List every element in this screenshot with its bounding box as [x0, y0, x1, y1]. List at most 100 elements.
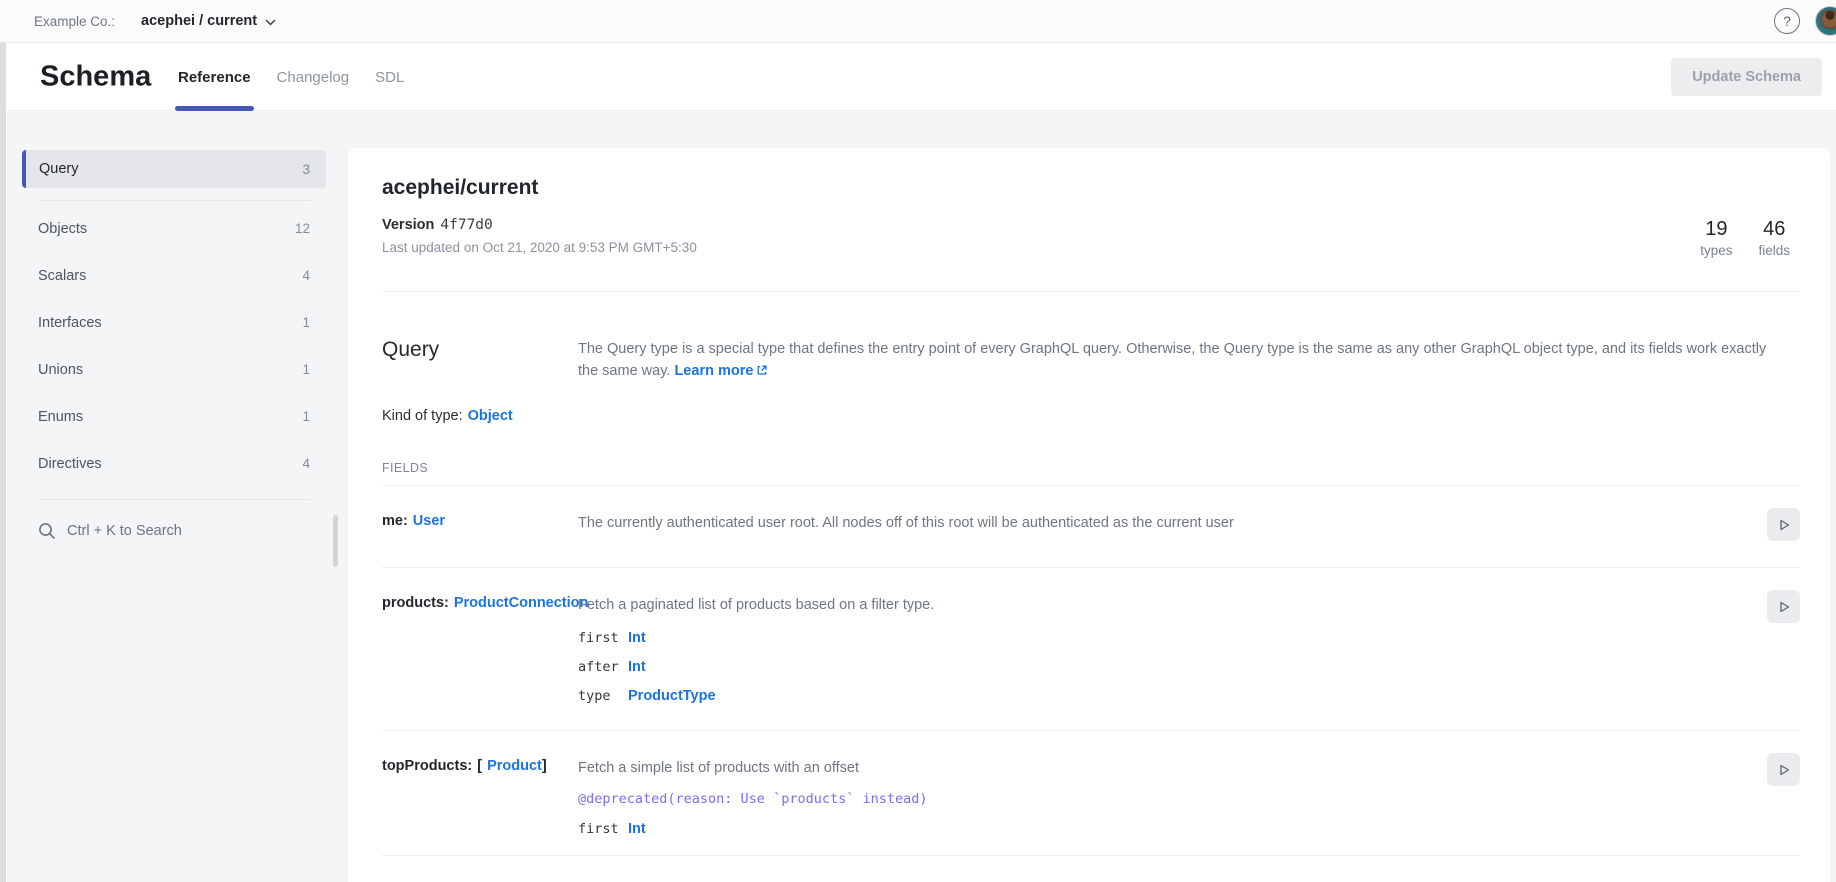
sidebar-divider — [38, 499, 310, 500]
kind-label: Kind of type: — [382, 408, 463, 424]
arg-row: type ProductType — [578, 688, 1738, 704]
topbar-right: ? — [1774, 6, 1836, 36]
field-row-products: products: ProductConnection Fetch a pagin… — [382, 568, 1800, 731]
arg-row: first Int — [578, 630, 1738, 646]
tab-sdl[interactable]: SDL — [375, 43, 404, 111]
field-type-link[interactable]: User — [413, 513, 445, 529]
arg-row: first Int — [578, 821, 1738, 837]
sidebar-scrollbar-thumb[interactable] — [333, 515, 338, 567]
sidebar-item-enums[interactable]: Enums 1 — [22, 393, 326, 440]
sidebar-item-label: Objects — [38, 221, 295, 237]
field-name-text: topProducts: — [382, 758, 472, 774]
sidebar-item-label: Interfaces — [38, 315, 302, 331]
bracket: [ — [477, 758, 482, 774]
graph-header: acephei/current Version4f77d0 Last updat… — [348, 148, 1830, 255]
bracket: ] — [542, 758, 547, 774]
arg-name: type — [578, 688, 628, 704]
field-name-text: products: — [382, 595, 449, 611]
query-type-section: Query The Query type is a special type t… — [348, 292, 1830, 856]
schema-stats: 19 types 46 fields — [1700, 218, 1790, 258]
sidebar-item-directives[interactable]: Directives 4 — [22, 440, 326, 487]
arg-type-link[interactable]: Int — [628, 630, 646, 646]
avatar[interactable] — [1815, 6, 1836, 36]
field-description: Fetch a simple list of products with an … — [578, 758, 1738, 779]
search-hint: Ctrl + K to Search — [67, 523, 182, 539]
page-header: Schema Reference Changelog SDL Update Sc… — [0, 43, 1836, 111]
page-title: Schema — [40, 60, 151, 93]
type-summary: Query The Query type is a special type t… — [382, 338, 1800, 382]
version-label: Version — [382, 217, 434, 233]
field-description: The currently authenticated user root. A… — [578, 513, 1738, 541]
arg-type-link[interactable]: ProductType — [628, 688, 716, 704]
field-description: Fetch a paginated list of products based… — [578, 595, 1738, 616]
learn-more-link[interactable]: Learn more — [674, 363, 753, 379]
org-label: Example Co.: — [34, 14, 115, 29]
type-name: Query — [382, 338, 578, 382]
tab-changelog[interactable]: Changelog — [277, 43, 350, 111]
sidebar-item-label: Query — [39, 161, 302, 177]
field-type-link[interactable]: ProductConnection — [454, 595, 589, 611]
sidebar-nav-list: Objects 12 Scalars 4 Interfaces 1 Unions… — [22, 201, 326, 487]
schema-sidebar: Query 3 Objects 12 Scalars 4 Interfaces … — [22, 150, 326, 548]
type-description: The Query type is a special type that de… — [578, 338, 1768, 382]
field-args: first Int — [578, 821, 1738, 837]
run-query-button[interactable] — [1767, 590, 1800, 623]
sidebar-item-objects[interactable]: Objects 12 — [22, 205, 326, 252]
tabs: Reference Changelog SDL — [178, 43, 404, 111]
arg-name: after — [578, 659, 628, 675]
kind-of-type: Kind of type: Object — [382, 408, 1800, 424]
sidebar-item-label: Unions — [38, 362, 302, 378]
play-icon — [1777, 600, 1791, 614]
external-link-icon — [756, 364, 768, 376]
deprecated-annotation: @deprecated(reason: Use `products` inste… — [578, 791, 1738, 807]
tab-label: Reference — [178, 69, 251, 86]
help-button[interactable]: ? — [1774, 8, 1800, 34]
kind-object-link[interactable]: Object — [468, 408, 513, 424]
content-area: Query 3 Objects 12 Scalars 4 Interfaces … — [0, 111, 1836, 882]
left-edge-strip — [0, 43, 7, 882]
stat-label: types — [1700, 243, 1732, 258]
play-icon — [1777, 518, 1791, 532]
field-detail: Fetch a paginated list of products based… — [578, 595, 1738, 704]
sidebar-item-query[interactable]: Query 3 — [22, 150, 326, 188]
stat-value: 46 — [1758, 218, 1790, 241]
sidebar-item-count: 4 — [302, 456, 310, 471]
stat-value: 19 — [1700, 218, 1732, 241]
sidebar-item-label: Scalars — [38, 268, 302, 284]
last-updated: Last updated on Oct 21, 2020 at 9:53 PM … — [382, 240, 1796, 255]
tab-label: SDL — [375, 69, 404, 86]
sidebar-item-count: 1 — [302, 362, 310, 377]
run-query-button[interactable] — [1767, 508, 1800, 541]
arg-type-link[interactable]: Int — [628, 659, 646, 675]
field-detail: Fetch a simple list of products with an … — [578, 758, 1738, 837]
sidebar-item-unions[interactable]: Unions 1 — [22, 346, 326, 393]
field-type-link[interactable]: Product — [487, 758, 542, 774]
field-name: topProducts: [ Product] — [382, 758, 578, 837]
field-name-text: me: — [382, 513, 408, 529]
field-row-topproducts: topProducts: [ Product] Fetch a simple lis… — [382, 731, 1800, 856]
sidebar-item-count: 12 — [295, 221, 310, 236]
schema-search[interactable]: Ctrl + K to Search — [22, 514, 326, 548]
graph-selector-dropdown[interactable]: acephei / current — [141, 13, 276, 29]
arg-name: first — [578, 821, 628, 837]
update-schema-button[interactable]: Update Schema — [1671, 58, 1822, 96]
tab-reference[interactable]: Reference — [178, 43, 251, 111]
graph-title: acephei/current — [382, 176, 1796, 200]
sidebar-item-scalars[interactable]: Scalars 4 — [22, 252, 326, 299]
version-line: Version4f77d0 — [382, 217, 1796, 233]
arg-type-link[interactable]: Int — [628, 821, 646, 837]
fields-label: FIELDS — [382, 461, 1800, 475]
field-args: first Int after Int type ProductType — [578, 630, 1738, 704]
tab-label: Changelog — [277, 69, 350, 86]
sidebar-item-label: Directives — [38, 456, 302, 472]
question-icon: ? — [1783, 14, 1791, 28]
stat-types: 19 types — [1700, 218, 1732, 258]
sidebar-item-label: Enums — [38, 409, 302, 425]
stat-fields: 46 fields — [1758, 218, 1790, 258]
arg-name: first — [578, 630, 628, 646]
chevron-down-icon — [265, 19, 276, 26]
schema-reference-card: acephei/current Version4f77d0 Last updat… — [348, 148, 1830, 882]
stat-label: fields — [1758, 243, 1790, 258]
run-query-button[interactable] — [1767, 753, 1800, 786]
sidebar-item-interfaces[interactable]: Interfaces 1 — [22, 299, 326, 346]
